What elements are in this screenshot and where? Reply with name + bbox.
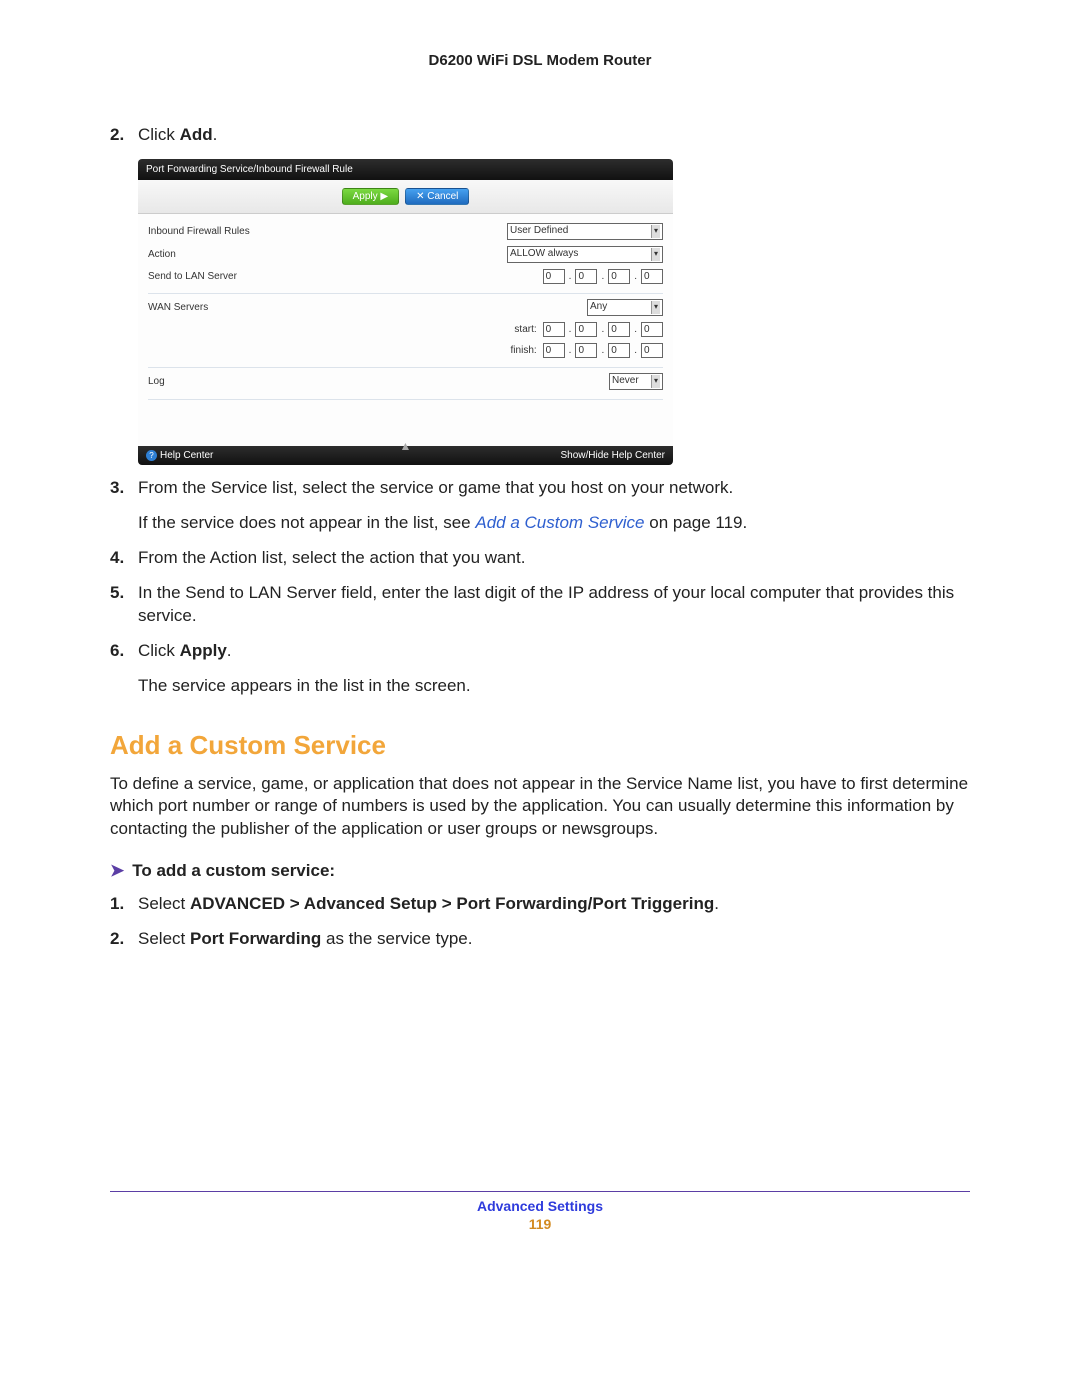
start-label: start: <box>514 324 536 335</box>
page-header: D6200 WiFi DSL Modem Router <box>110 52 970 69</box>
step-6: 6. Click Apply. <box>110 640 970 663</box>
step-text: Click <box>138 641 180 660</box>
log-select[interactable]: Never ▾ <box>609 373 663 390</box>
step-bold: Add <box>180 125 213 144</box>
log-value: Never <box>612 374 639 388</box>
chevron-down-icon: ▾ <box>651 301 660 314</box>
question-icon: ? <box>146 450 157 461</box>
step-number: 4. <box>110 547 138 570</box>
step-2: 2. Click Add. <box>110 124 970 147</box>
footer-text: Advanced Settings <box>110 1198 970 1214</box>
step-number: 1. <box>110 893 138 916</box>
inbound-label: Inbound Firewall Rules <box>148 226 348 237</box>
help-left[interactable]: ?Help Center <box>146 450 213 461</box>
action-value: ALLOW always <box>510 247 578 261</box>
text: If the service does not appear in the li… <box>138 513 475 532</box>
wan-finish-row: finish: 0. 0. 0. 0 <box>348 343 663 358</box>
ip-box[interactable]: 0 <box>641 322 663 337</box>
step-number: 5. <box>110 582 138 628</box>
section-paragraph: To define a service, game, or applicatio… <box>110 773 970 842</box>
step-bold: Port Forwarding <box>190 929 321 948</box>
wan-value: Any <box>590 300 607 314</box>
step-suffix: . <box>714 894 719 913</box>
wan-label: WAN Servers <box>148 302 348 313</box>
step-number: 2. <box>110 928 138 951</box>
router-titlebar: Port Forwarding Service/Inbound Firewall… <box>138 159 673 180</box>
step-body: Click Add. <box>138 124 970 147</box>
crossref-link[interactable]: Add a Custom Service <box>475 513 644 532</box>
ip-box[interactable]: 0 <box>543 322 565 337</box>
text: on page 119. <box>645 513 748 532</box>
ip-box[interactable]: 0 <box>608 343 630 358</box>
step-4: 4. From the Action list, select the acti… <box>110 547 970 570</box>
step-3-note: If the service does not appear in the li… <box>138 512 970 535</box>
step-body: In the Send to LAN Server field, enter t… <box>138 582 970 628</box>
step-6-note: The service appears in the list in the s… <box>138 675 970 698</box>
step-body: Click Apply. <box>138 640 970 663</box>
step-3: 3. From the Service list, select the ser… <box>110 477 970 500</box>
router-body: Inbound Firewall Rules User Defined ▾ Act… <box>138 214 673 446</box>
finish-label: finish: <box>511 345 537 356</box>
ip-box[interactable]: 0 <box>608 269 630 284</box>
ip-box[interactable]: 0 <box>543 343 565 358</box>
footer-page-number: 119 <box>110 1216 970 1232</box>
chevron-down-icon: ▾ <box>651 225 660 238</box>
ip-box[interactable]: 0 <box>543 269 565 284</box>
section-heading: Add a Custom Service <box>110 730 970 761</box>
page-footer: Advanced Settings 119 <box>110 1191 970 1232</box>
step-suffix: . <box>213 125 218 144</box>
arrow-up-icon[interactable]: ▲ <box>400 442 412 450</box>
ip-box[interactable]: 0 <box>575 343 597 358</box>
page: D6200 WiFi DSL Modem Router 2. Click Add… <box>0 0 1080 1397</box>
step-suffix: as the service type. <box>321 929 472 948</box>
wan-select[interactable]: Any ▾ <box>587 299 663 316</box>
step-bold: Apply <box>180 641 227 660</box>
router-screenshot: Port Forwarding Service/Inbound Firewall… <box>138 159 673 465</box>
log-label: Log <box>148 376 348 387</box>
cancel-button[interactable]: ✕ Cancel <box>405 188 469 205</box>
step-suffix: . <box>227 641 232 660</box>
ip-box[interactable]: 0 <box>608 322 630 337</box>
task-step-2: 2. Select Port Forwarding as the service… <box>110 928 970 951</box>
action-select[interactable]: ALLOW always ▾ <box>507 246 663 263</box>
task-step-1: 1. Select ADVANCED > Advanced Setup > Po… <box>110 893 970 916</box>
step-body: From the Action list, select the action … <box>138 547 970 570</box>
task-heading-text: To add a custom service: <box>132 861 335 880</box>
apply-button[interactable]: Apply ▶ <box>342 188 399 205</box>
chevron-down-icon: ▾ <box>651 248 660 261</box>
step-bold: ADVANCED > Advanced Setup > Port Forward… <box>190 894 714 913</box>
step-text: Select <box>138 929 190 948</box>
step-number: 2. <box>110 124 138 147</box>
sendlan-label: Send to LAN Server <box>148 271 348 282</box>
ip-box[interactable]: 0 <box>575 322 597 337</box>
sendlan-ip: 0. 0. 0. 0 <box>348 269 663 284</box>
arrow-right-icon: ➤ <box>110 861 124 880</box>
step-number: 3. <box>110 477 138 500</box>
step-body: From the Service list, select the servic… <box>138 477 970 500</box>
chevron-down-icon: ▾ <box>651 375 660 388</box>
action-label: Action <box>148 249 348 260</box>
inbound-value: User Defined <box>510 224 568 238</box>
help-right[interactable]: Show/Hide Help Center <box>561 450 666 461</box>
wan-start-row: start: 0. 0. 0. 0 <box>348 322 663 337</box>
ip-box[interactable]: 0 <box>641 269 663 284</box>
step-body: Select ADVANCED > Advanced Setup > Port … <box>138 893 970 916</box>
inbound-select[interactable]: User Defined ▾ <box>507 223 663 240</box>
task-heading: ➤ To add a custom service: <box>110 861 970 881</box>
step-text: Select <box>138 894 190 913</box>
step-number: 6. <box>110 640 138 663</box>
router-button-row: Apply ▶ ✕ Cancel <box>138 180 673 214</box>
step-text: Click <box>138 125 180 144</box>
step-body: Select Port Forwarding as the service ty… <box>138 928 970 951</box>
step-5: 5. In the Send to LAN Server field, ente… <box>110 582 970 628</box>
router-helpbar: ▲ ?Help Center Show/Hide Help Center <box>138 446 673 465</box>
ip-box[interactable]: 0 <box>641 343 663 358</box>
ip-box[interactable]: 0 <box>575 269 597 284</box>
